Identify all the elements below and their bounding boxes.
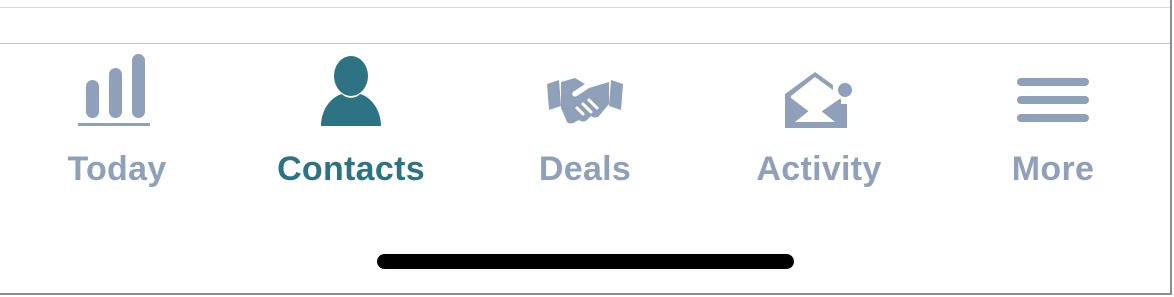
tab-label-today: Today xyxy=(67,150,167,188)
tab-label-activity: Activity xyxy=(756,150,882,188)
tab-label-deals: Deals xyxy=(538,150,632,188)
tab-more[interactable]: More xyxy=(953,44,1153,204)
tab-label-contacts: Contacts xyxy=(277,150,425,188)
tab-contacts[interactable]: Contacts xyxy=(251,44,451,204)
app-frame: Today Contacts Deals Activity More xyxy=(0,0,1172,295)
tab-activity[interactable]: Activity xyxy=(719,44,919,204)
tab-deals[interactable]: Deals xyxy=(485,44,685,204)
home-indicator[interactable] xyxy=(377,254,794,269)
person-icon xyxy=(311,44,391,130)
tab-label-more: More xyxy=(1011,150,1095,188)
top-border xyxy=(0,7,1170,8)
hamburger-menu-icon xyxy=(1013,44,1093,130)
bar-chart-icon xyxy=(77,44,157,130)
tab-bar: Today Contacts Deals Activity More xyxy=(0,44,1170,204)
handshake-icon xyxy=(545,44,625,130)
envelope-icon xyxy=(779,44,859,130)
tab-today[interactable]: Today xyxy=(17,44,217,204)
